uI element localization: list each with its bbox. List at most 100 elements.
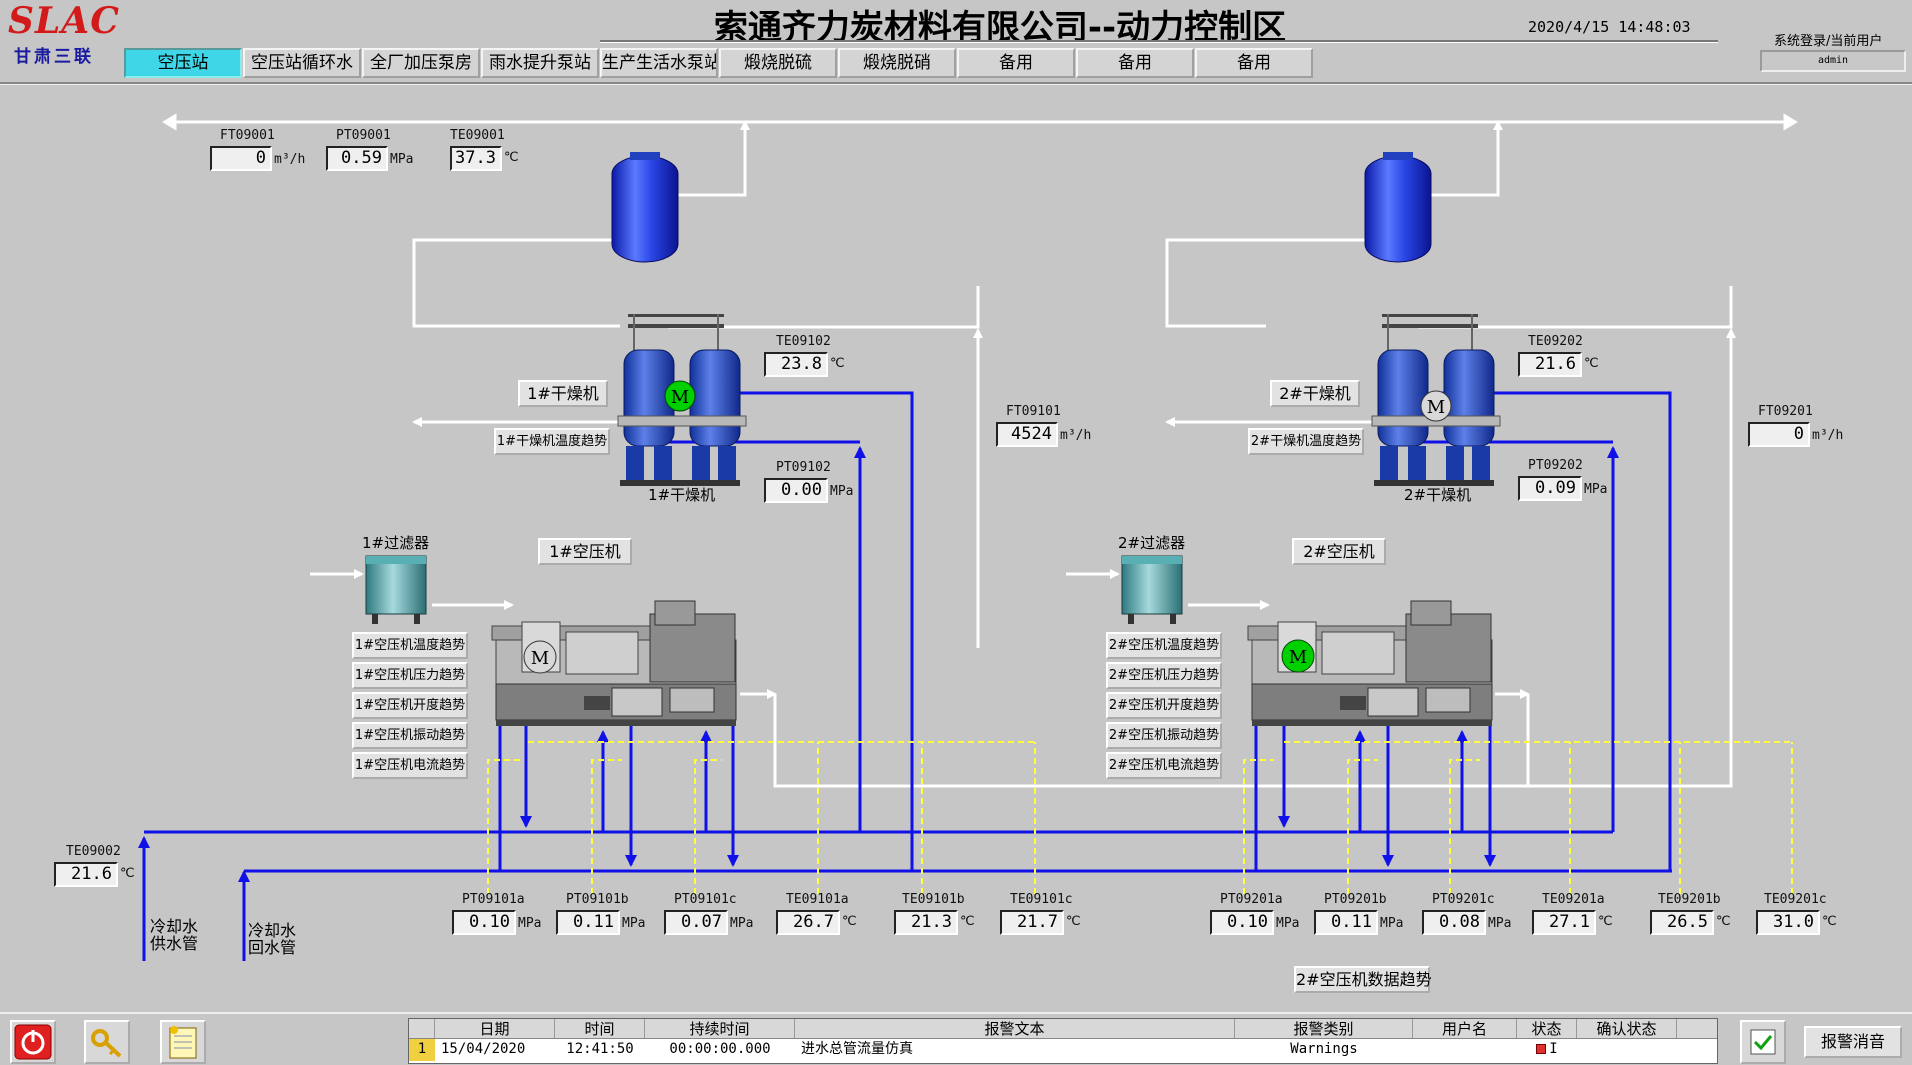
tab-spare-1[interactable]: 备用 — [957, 48, 1075, 78]
alarm-status-icon — [1536, 1044, 1547, 1054]
pt09202-value: 0.09 — [1518, 476, 1582, 501]
cooling-supply-label: 冷却水供水管 — [150, 917, 199, 953]
alarm-row-category: Warnings — [1290, 1041, 1358, 1057]
tab-calcining-denitration[interactable]: 煅烧脱硝 — [838, 48, 956, 78]
login-label: 系统登录/当前用户 — [1774, 34, 1883, 49]
dryer-2-button[interactable]: 2#干燥机 — [1270, 380, 1360, 407]
compressor-2-temp-trend-button[interactable]: 2#空压机温度趋势 — [1106, 632, 1222, 659]
compressor-2-pressure-trend-button[interactable]: 2#空压机压力趋势 — [1106, 662, 1222, 689]
alarm-col-category[interactable]: 报警类别 — [1235, 1019, 1413, 1038]
alarm-col-ack[interactable]: 确认状态 — [1577, 1019, 1677, 1038]
pt09102-value: 0.00 — [764, 478, 828, 503]
datetime: 2020/4/15 14:48:03 — [1528, 18, 1691, 36]
header: SLAC 甘肃三联 索通齐力炭材料有限公司--动力控制区 2020/4/15 1… — [0, 0, 1912, 80]
tab-rainwater-lift-pump[interactable]: 雨水提升泵站 — [481, 48, 599, 78]
compressor-2-current-trend-button[interactable]: 2#空压机电流趋势 — [1106, 752, 1222, 779]
alarm-silence-button[interactable]: 报警消音 — [1804, 1026, 1902, 1058]
key-button[interactable] — [84, 1020, 130, 1064]
tab-booster-pump-house[interactable]: 全厂加压泵房 — [362, 48, 480, 78]
pt09201a-tag: PT09201a — [1220, 892, 1283, 907]
alarm-row-ack — [1577, 1039, 1677, 1061]
te09201c-unit: ℃ — [1822, 914, 1837, 929]
te09002-unit: ℃ — [120, 866, 135, 881]
key-icon — [91, 1029, 122, 1058]
pt09201b-value: 0.11 — [1314, 910, 1378, 935]
pt09102-tag: PT09102 — [776, 460, 831, 475]
alarm-row[interactable]: 1 15/04/2020 12:41:50 00:00:00.000 进水总管流… — [409, 1039, 1717, 1061]
tab-spare-2[interactable]: 备用 — [1076, 48, 1194, 78]
compressor-1-current-trend-button[interactable]: 1#空压机电流趋势 — [352, 752, 468, 779]
te09101b-tag: TE09101b — [902, 892, 965, 907]
te09201b-tag: TE09201b — [1658, 892, 1721, 907]
dryer-1-label: 1#干燥机 — [648, 486, 716, 504]
power-button[interactable] — [10, 1020, 56, 1064]
alarm-col-index — [409, 1019, 435, 1038]
title-divider — [600, 40, 1718, 43]
compressor-1-pressure-trend-button[interactable]: 1#空压机压力趋势 — [352, 662, 468, 689]
ft09101-unit: m³/h — [1060, 428, 1092, 443]
compressor-1-vibration-trend-button[interactable]: 1#空压机振动趋势 — [352, 722, 468, 749]
dryer-1-motor-text: M — [671, 387, 689, 408]
tab-air-compressor-station[interactable]: 空压站 — [124, 48, 242, 78]
pt09201c-unit: MPa — [1488, 916, 1512, 931]
compressor-2-data-trend-button[interactable]: 2#空压机数据趋势 — [1294, 966, 1432, 993]
dryer-1-temp-trend-button[interactable]: 1#干燥机温度趋势 — [494, 428, 610, 455]
alarm-col-time[interactable]: 时间 — [555, 1019, 645, 1038]
pipe-network: M M M M — [138, 113, 1798, 961]
alarm-col-user[interactable]: 用户名 — [1413, 1019, 1517, 1038]
alarm-row-duration: 00:00:00.000 — [669, 1041, 771, 1057]
dryer-1-button[interactable]: 1#干燥机 — [518, 380, 608, 407]
ft09001-value: 0 — [210, 146, 272, 171]
pt09101a-value: 0.10 — [452, 910, 516, 935]
compressor-2-motor-text: M — [1289, 647, 1307, 668]
logo-subtitle: 甘肃三联 — [14, 47, 94, 67]
te09101c-unit: ℃ — [1066, 914, 1081, 929]
tab-calcining-desulfurization[interactable]: 煅烧脱硫 — [719, 48, 837, 78]
pt09101c-value: 0.07 — [664, 910, 728, 935]
te09201a-unit: ℃ — [1598, 914, 1613, 929]
te09002-tag: TE09002 — [66, 844, 121, 859]
tab-spare-3[interactable]: 备用 — [1195, 48, 1313, 78]
filter-2-label: 2#过滤器 — [1118, 534, 1186, 552]
te09201c-value: 31.0 — [1756, 910, 1820, 935]
ft09201-tag: FT09201 — [1758, 404, 1813, 419]
alarm-col-duration[interactable]: 持续时间 — [645, 1019, 795, 1038]
header-divider — [0, 82, 1912, 85]
te09202-tag: TE09202 — [1528, 334, 1583, 349]
compressor-2-opening-trend-button[interactable]: 2#空压机开度趋势 — [1106, 692, 1222, 719]
alarm-col-status[interactable]: 状态 — [1517, 1019, 1577, 1038]
tab-compressor-circulating-water[interactable]: 空压站循环水 — [243, 48, 361, 78]
te09101a-tag: TE09101a — [786, 892, 849, 907]
notepad-button[interactable] — [160, 1020, 206, 1064]
te09102-unit: ℃ — [830, 356, 845, 371]
te09201b-value: 26.5 — [1650, 910, 1714, 935]
pt09101b-tag: PT09101b — [566, 892, 629, 907]
footer: 日期 时间 持续时间 报警文本 报警类别 用户名 状态 确认状态 1 15/04… — [0, 1012, 1912, 1065]
acknowledge-button[interactable] — [1740, 1020, 1786, 1064]
ft09001-tag: FT09001 — [220, 128, 275, 143]
te09002-value: 21.6 — [54, 862, 118, 887]
filter-1 — [365, 555, 427, 624]
alarm-row-status: I — [1517, 1039, 1577, 1061]
dryer-2-temp-trend-button[interactable]: 2#干燥机温度趋势 — [1248, 428, 1364, 455]
alarm-col-text[interactable]: 报警文本 — [795, 1019, 1235, 1038]
compressor-2-vibration-trend-button[interactable]: 2#空压机振动趋势 — [1106, 722, 1222, 749]
compressor-2-button[interactable]: 2#空压机 — [1292, 538, 1386, 565]
compressor-1-button[interactable]: 1#空压机 — [538, 538, 632, 565]
hmi-screen: SLAC 甘肃三联 索通齐力炭材料有限公司--动力控制区 2020/4/15 1… — [0, 0, 1912, 1065]
air-receiver-tank-1 — [611, 152, 679, 263]
ft09101-tag: FT09101 — [1006, 404, 1061, 419]
alarm-col-date[interactable]: 日期 — [435, 1019, 555, 1038]
te09202-unit: ℃ — [1584, 356, 1599, 371]
compressor-1-temp-trend-button[interactable]: 1#空压机温度趋势 — [352, 632, 468, 659]
te09001-value: 37.3 — [450, 146, 502, 171]
logo: SLAC — [8, 0, 120, 42]
current-user-field[interactable]: admin — [1760, 50, 1906, 72]
tab-domestic-water-pump[interactable]: 生产生活水泵站 — [600, 48, 718, 78]
filter-1-label: 1#过滤器 — [362, 534, 430, 552]
te09101c-tag: TE09101c — [1010, 892, 1073, 907]
compressor-1-opening-trend-button[interactable]: 1#空压机开度趋势 — [352, 692, 468, 719]
alarm-table[interactable]: 日期 时间 持续时间 报警文本 报警类别 用户名 状态 确认状态 1 15/04… — [408, 1018, 1718, 1064]
alarm-row-text: 进水总管流量仿真 — [801, 1041, 913, 1057]
pt09101a-tag: PT09101a — [462, 892, 525, 907]
